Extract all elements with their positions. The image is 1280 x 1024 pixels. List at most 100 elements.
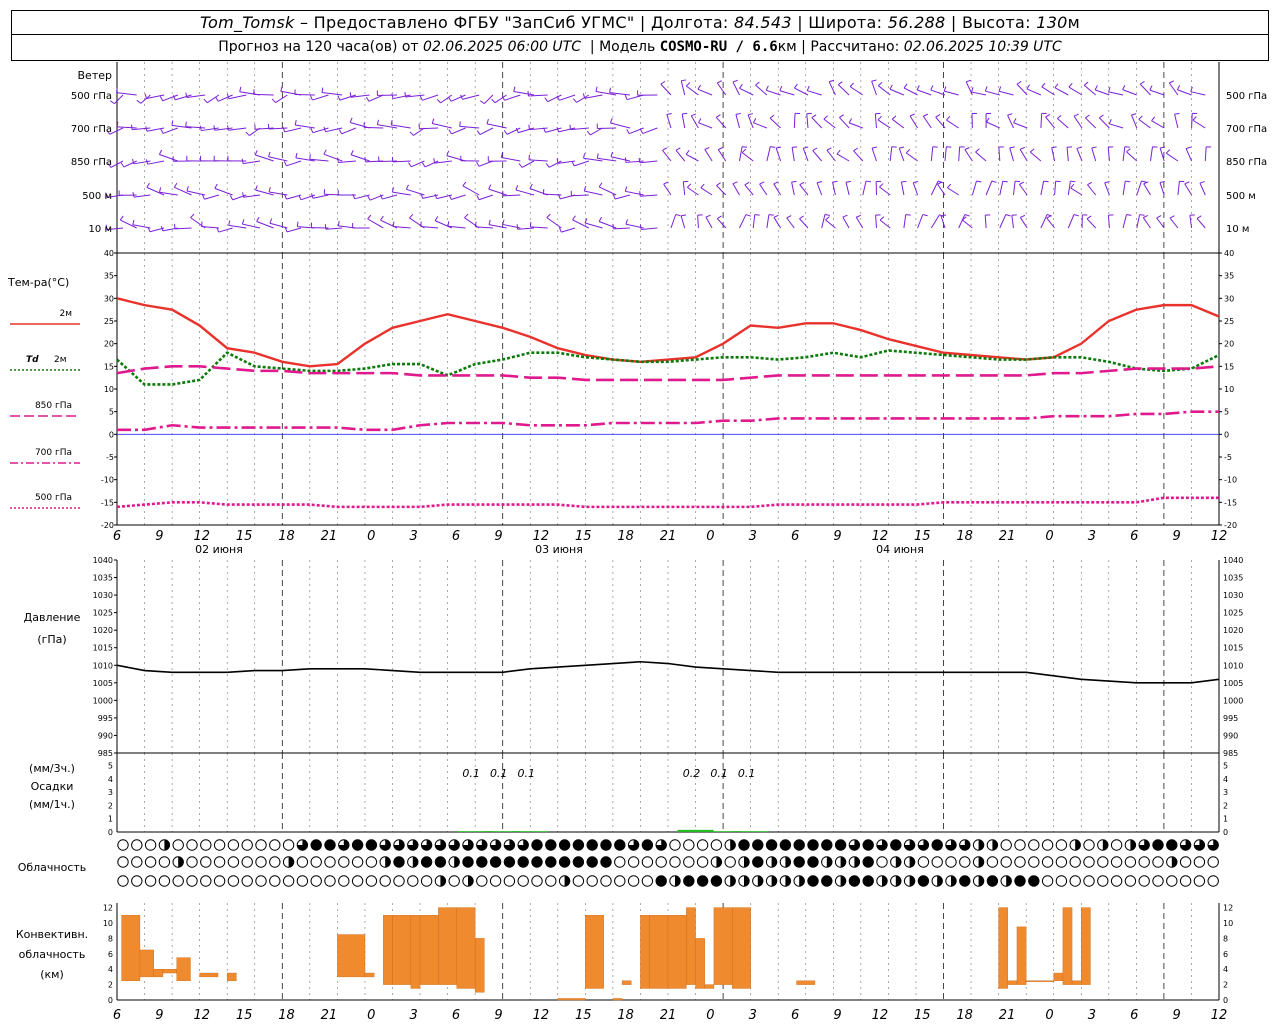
wind-barb-flag: [1019, 146, 1025, 150]
pressure-tick-left: 1035: [93, 574, 113, 583]
wind-barb: [354, 194, 370, 200]
cloud-symbol: [186, 856, 198, 868]
precip-title: Осадки: [31, 780, 74, 793]
cloud-symbol: [310, 856, 322, 868]
cloud-symbol: [1152, 839, 1164, 851]
cloud-half: [799, 875, 805, 887]
wind-barb: [697, 88, 713, 96]
cloud-symbol: [600, 856, 612, 868]
wind-barb-flag: [848, 118, 853, 124]
cloud-symbol: [531, 875, 543, 887]
wind-barb: [891, 118, 905, 129]
wind-barb-flag: [269, 218, 273, 224]
convective-bar: [686, 907, 696, 985]
wind-barb: [1126, 151, 1138, 162]
wind-barb-flag: [159, 96, 164, 102]
cloud-half: [978, 875, 984, 887]
temp-tick-left: -10: [101, 476, 114, 485]
wind-barb: [816, 182, 823, 196]
wind-barb: [504, 94, 521, 101]
convective-bar: [640, 915, 650, 989]
hour-label: 3: [410, 529, 418, 544]
wind-barb: [998, 90, 1014, 96]
wind-barb: [162, 127, 178, 134]
convective-bar: [438, 907, 457, 985]
wind-barb: [494, 94, 507, 104]
cloud-symbol: [213, 839, 226, 851]
wind-barb-flag: [419, 95, 423, 101]
wind-barb-flag: [786, 215, 792, 219]
wind-barb: [321, 92, 343, 96]
precip-annotation: 0.1: [518, 767, 536, 780]
convective-bar: [121, 915, 141, 981]
cloud-symbol: [1014, 856, 1026, 868]
hour-label: 12: [193, 529, 210, 544]
wind-barb-flag: [1076, 146, 1082, 149]
cloud-symbol: [1014, 875, 1026, 887]
wind-barb-flag: [853, 147, 859, 152]
wind-barb: [1070, 187, 1083, 196]
wind-barb: [837, 84, 850, 96]
convective-bar: [456, 907, 476, 989]
wind-barb-flag: [337, 220, 340, 226]
wind-barb: [855, 216, 864, 229]
wind-barb: [807, 90, 822, 96]
wind-barb: [114, 94, 124, 104]
wind-barb: [697, 215, 699, 229]
wind-barb: [1199, 182, 1206, 196]
wind-barb: [1098, 117, 1110, 129]
wind-barb-flag: [529, 183, 533, 189]
wind-barb: [1040, 113, 1043, 129]
wind-barb: [916, 89, 932, 96]
wind-barb: [715, 117, 727, 129]
wind-barb-flag: [518, 163, 523, 168]
wind-barb-flag: [755, 81, 760, 86]
wind-barb-flag: [899, 146, 905, 149]
cloud-symbol: [655, 875, 667, 887]
wind-barb-flag: [1085, 114, 1090, 119]
wind-barb: [716, 185, 727, 196]
wind-barb: [732, 81, 740, 96]
wind-barb-flag: [215, 96, 219, 102]
wind-barb-flag: [639, 224, 642, 230]
wind-barb-flag: [681, 214, 687, 217]
wind-barb-flag: [324, 224, 327, 230]
hour-label-bottom: 12: [533, 1008, 550, 1023]
cloud-half: [730, 875, 736, 887]
wind-barb: [675, 150, 686, 162]
wind-barb: [1013, 122, 1028, 129]
wind-barb: [752, 214, 756, 229]
wind-barb: [479, 127, 494, 136]
wind-barb-flag: [1140, 80, 1145, 85]
wind-barb: [791, 147, 795, 162]
wind-barb-flag: [310, 127, 314, 133]
cloud-half: [785, 856, 791, 868]
conv-tick-right: 6: [1223, 950, 1228, 959]
convective-bar: [176, 957, 191, 981]
wind-barb: [1040, 181, 1045, 196]
wind-barb-flag: [337, 95, 341, 101]
wind-barb-flag: [916, 85, 920, 91]
cloud-symbol: [269, 856, 281, 868]
wind-barb: [286, 160, 302, 167]
wind-barb-flag: [687, 183, 692, 188]
wind-barb: [1196, 218, 1206, 229]
wind-level-label: 500 гПа: [71, 91, 112, 102]
cloud-symbol: [779, 839, 792, 851]
cloud-symbol: [807, 839, 819, 851]
temp-tick-right: 0: [1224, 430, 1229, 439]
wind-barb: [741, 152, 754, 162]
wind-barb: [999, 214, 1007, 229]
wind-barb: [732, 183, 740, 196]
wind-barb: [116, 92, 137, 96]
conv-title: Конвективн.: [16, 928, 88, 941]
wind-barb-flag: [186, 186, 189, 192]
cloud-symbol: [379, 875, 391, 887]
wind-barb: [1189, 215, 1193, 229]
hour-label-bottom: 21: [321, 1008, 338, 1023]
hour-label-bottom: 15: [914, 1008, 931, 1023]
hour-label: 12: [1211, 529, 1228, 544]
pressure-tick-left: 995: [98, 714, 113, 723]
wind-barb-flag: [228, 220, 231, 226]
wind-barb-flag: [1045, 114, 1051, 118]
